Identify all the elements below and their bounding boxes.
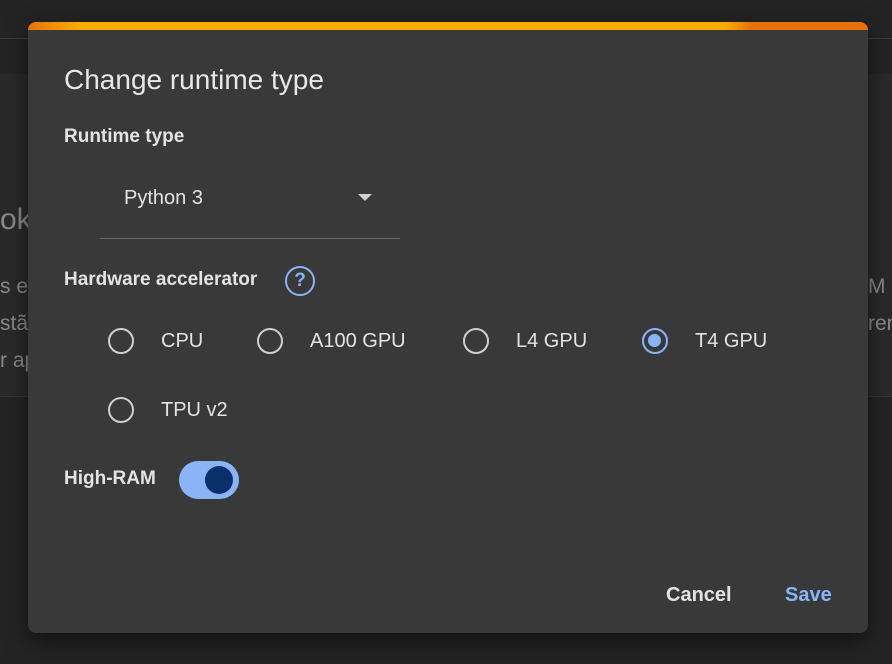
radio-label-l4-gpu: L4 GPU xyxy=(516,330,588,352)
radio-label-t4-gpu: T4 GPU xyxy=(695,330,768,352)
radio-label-tpu-v2: TPU v2 xyxy=(161,399,228,421)
radio-option-t4-gpu[interactable]: T4 GPU xyxy=(642,321,767,361)
background-text-fragment: r ap xyxy=(0,349,28,372)
radio-option-a100-gpu[interactable]: A100 GPU xyxy=(257,321,406,361)
background-text-fragment: M c xyxy=(868,275,892,298)
radio-label-cpu: CPU xyxy=(161,330,204,352)
background-text-fragment: stão xyxy=(0,312,28,335)
radio-selected-dot xyxy=(648,334,661,347)
radio-button-a100-gpu[interactable] xyxy=(257,328,283,354)
runtime-type-value: Python 3 xyxy=(124,187,203,209)
radio-button-cpu[interactable] xyxy=(108,328,134,354)
radio-button-tpu-v2[interactable] xyxy=(108,397,134,423)
dialog-accent-bar xyxy=(28,22,868,30)
runtime-type-select[interactable]: Python 3 xyxy=(100,178,400,239)
radio-option-l4-gpu[interactable]: L4 GPU xyxy=(463,321,587,361)
toggle-knob xyxy=(205,466,233,494)
radio-label-a100-gpu: A100 GPU xyxy=(310,330,406,352)
high-ram-toggle[interactable] xyxy=(179,461,239,499)
help-icon[interactable]: ? xyxy=(285,266,315,296)
caret-down-icon xyxy=(358,194,372,201)
change-runtime-dialog: Change runtime type Runtime type Python … xyxy=(28,22,868,633)
background-text-fragment: ren xyxy=(868,312,892,335)
radio-button-t4-gpu[interactable] xyxy=(642,328,668,354)
radio-option-cpu[interactable]: CPU xyxy=(108,321,203,361)
runtime-type-label: Runtime type xyxy=(64,126,185,147)
hardware-accelerator-label: Hardware accelerator xyxy=(64,269,258,290)
high-ram-label: High-RAM xyxy=(64,468,156,489)
radio-option-tpu-v2[interactable]: TPU v2 xyxy=(108,390,228,430)
background-text-fragment: s e xyxy=(0,275,28,298)
save-button[interactable]: Save xyxy=(781,577,836,613)
background-title-fragment: ok xyxy=(0,203,28,236)
cancel-button[interactable]: Cancel xyxy=(662,577,736,613)
radio-button-l4-gpu[interactable] xyxy=(463,328,489,354)
dialog-title: Change runtime type xyxy=(64,64,324,95)
